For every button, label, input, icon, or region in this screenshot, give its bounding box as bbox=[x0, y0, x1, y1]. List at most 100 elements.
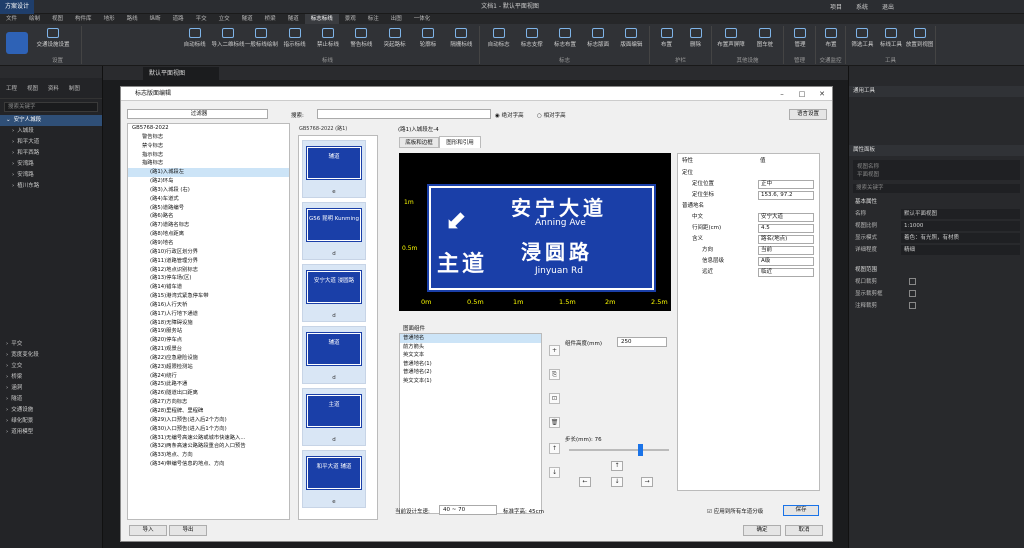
tree-leaf[interactable]: (路13)停车场(区) bbox=[128, 274, 289, 283]
property-value[interactable]: 着色：有光照，有材质 bbox=[901, 233, 1020, 243]
move-up-button[interactable]: ↑ bbox=[549, 443, 560, 454]
tree-leaf[interactable]: (路14)错车道 bbox=[128, 283, 289, 292]
ribbon-button[interactable]: 一般标线绘制 bbox=[245, 26, 278, 48]
component-item[interactable]: 英文文本 bbox=[400, 351, 541, 360]
tree-leaf[interactable]: (路18)无障碍设施 bbox=[128, 319, 289, 328]
ribbon-tab[interactable]: 景观 bbox=[339, 14, 362, 24]
ribbon-tab[interactable]: 绘制 bbox=[23, 14, 46, 24]
export-button[interactable]: 导出 bbox=[169, 525, 207, 536]
tree-leaf[interactable]: (路25)此路不通 bbox=[128, 380, 289, 389]
tree-expand-icon[interactable]: › bbox=[6, 418, 8, 424]
tree-leaf[interactable]: (路29)入口预告(进入后2个方向) bbox=[128, 416, 289, 425]
project-tree-item[interactable]: › 安湾路 bbox=[0, 159, 102, 170]
tab-data[interactable]: 资料 bbox=[44, 82, 63, 94]
search-input[interactable] bbox=[317, 109, 491, 119]
project-tree-item[interactable]: ⌄ 安宁人城段 bbox=[0, 115, 102, 126]
tree-leaf[interactable]: (路26)隧道出口距离 bbox=[128, 389, 289, 398]
copy-component-button[interactable]: ⎘ bbox=[549, 369, 560, 380]
tree-expand-icon[interactable]: › bbox=[12, 139, 14, 145]
property-value[interactable]: 精细 bbox=[901, 245, 1020, 255]
component-height-input[interactable]: 250 bbox=[617, 337, 667, 347]
nudge-left-button[interactable]: ← bbox=[579, 477, 591, 487]
radio-absolute[interactable]: ◉ 绝对字高 bbox=[495, 111, 524, 119]
project-tree-item[interactable]: › 植川东路 bbox=[0, 181, 102, 192]
component-item[interactable]: 普通地名(1) bbox=[400, 360, 541, 369]
tab-border[interactable]: 底板和边框 bbox=[399, 137, 439, 148]
tree-leaf[interactable]: (路6)路名 bbox=[128, 212, 289, 221]
tab-drawing[interactable]: 制图 bbox=[65, 82, 84, 94]
delete-component-button[interactable]: 🗑 bbox=[549, 417, 560, 428]
project-menu[interactable]: 项目 bbox=[830, 2, 842, 11]
property-value[interactable]: 路名(地点) bbox=[758, 234, 814, 244]
tree-expand-icon[interactable]: › bbox=[6, 374, 8, 380]
range-checkbox[interactable] bbox=[909, 278, 916, 285]
tree-category[interactable]: 警告标志 bbox=[128, 133, 289, 142]
range-checkbox[interactable] bbox=[909, 302, 916, 309]
component-tree-item[interactable]: › 涵洞 bbox=[0, 383, 102, 394]
tree-category[interactable]: 指示标志 bbox=[128, 151, 289, 160]
component-tree-item[interactable]: › 立交 bbox=[0, 361, 102, 372]
ribbon-button[interactable]: 禁止标线 bbox=[311, 26, 344, 48]
ribbon-tab[interactable]: 立交 bbox=[213, 14, 236, 24]
nudge-right-button[interactable]: → bbox=[641, 477, 653, 487]
tree-leaf[interactable]: (路1)入城段左 bbox=[128, 168, 289, 178]
ribbon-button[interactable]: 筛选工具 bbox=[848, 26, 877, 48]
ribbon-tab[interactable]: 一体化 bbox=[408, 14, 437, 24]
tree-expand-icon[interactable]: › bbox=[12, 150, 14, 156]
ribbon-button[interactable]: 图车桩 bbox=[748, 26, 782, 48]
sign-thumbnail[interactable]: 和平大道 辅道 e bbox=[302, 450, 366, 508]
sign-board[interactable]: ⬋ 安宁大道 Anning Ave 主道 浸圆路 Jinyuan Rd bbox=[427, 184, 656, 292]
ribbon-tab[interactable]: 地形 bbox=[98, 14, 121, 24]
tree-expand-icon[interactable]: › bbox=[12, 161, 14, 167]
ribbon-tab[interactable]: 纵断 bbox=[144, 14, 167, 24]
ribbon-button[interactable]: 布置 bbox=[652, 26, 681, 48]
property-value[interactable]: 当前 bbox=[758, 245, 814, 255]
props-search-input[interactable]: 搜索关键字 bbox=[853, 184, 1020, 193]
tree-leaf[interactable]: (路15)港湾式紧急停车带 bbox=[128, 292, 289, 301]
tree-root[interactable]: GB5768-2022 bbox=[128, 124, 289, 133]
app-tab-main[interactable]: 方案设计 bbox=[0, 0, 34, 14]
tree-leaf[interactable]: (路10)行政区划分界 bbox=[128, 248, 289, 257]
tree-expand-icon[interactable]: › bbox=[6, 341, 8, 347]
property-value[interactable]: 4.5 bbox=[758, 223, 814, 233]
component-tree-item[interactable]: › 宽度变化段 bbox=[0, 350, 102, 361]
tree-leaf[interactable]: (路24)绕行 bbox=[128, 372, 289, 381]
tree-leaf[interactable]: (路22)应急避险设施 bbox=[128, 354, 289, 363]
tree-expand-icon[interactable]: › bbox=[12, 183, 14, 189]
property-value[interactable]: A级 bbox=[758, 256, 814, 266]
ribbon-tab[interactable]: 标志标线 bbox=[304, 14, 339, 24]
ribbon-button[interactable]: 自动标志 bbox=[482, 26, 515, 48]
paste-component-button[interactable]: ⊡ bbox=[549, 393, 560, 404]
component-item[interactable]: 普通地名 bbox=[400, 334, 541, 343]
project-tree-item[interactable]: › 和平西路 bbox=[0, 148, 102, 159]
ribbon-button[interactable]: 警告标线 bbox=[345, 26, 378, 48]
tree-expand-icon[interactable]: › bbox=[6, 396, 8, 402]
ribbon-tab[interactable]: 构件库 bbox=[69, 14, 98, 24]
canvas-tab[interactable]: 默认平面视图 bbox=[143, 67, 219, 80]
ribbon-tab[interactable]: 桥梁 bbox=[259, 14, 282, 24]
ribbon-button[interactable]: 轮廓标 bbox=[411, 26, 444, 48]
range-checkbox[interactable] bbox=[909, 290, 916, 297]
ribbon-button[interactable]: 自动标线 bbox=[178, 26, 211, 48]
property-value[interactable]: 默认平面视图 bbox=[901, 209, 1020, 219]
tree-leaf[interactable]: (路31)无编号高速公路或城市快速路入... bbox=[128, 434, 289, 443]
ribbon-button[interactable]: 标线工具 bbox=[877, 26, 906, 48]
tree-leaf[interactable]: (路32)两条高速公路路段重合的入口预告 bbox=[128, 442, 289, 451]
component-tree-item[interactable]: › 绿化配景 bbox=[0, 416, 102, 427]
tree-leaf[interactable]: (路9)地名 bbox=[128, 239, 289, 248]
tree-expand-icon[interactable]: › bbox=[6, 385, 8, 391]
ribbon-tab[interactable]: 道路 bbox=[167, 14, 190, 24]
ribbon-tab[interactable]: 文件 bbox=[0, 14, 23, 24]
tree-leaf[interactable]: (路27)方向标志 bbox=[128, 398, 289, 407]
tree-leaf[interactable]: (路16)人行天桥 bbox=[128, 301, 289, 310]
tree-leaf[interactable]: (路7)道路名标志 bbox=[128, 221, 289, 230]
tree-leaf[interactable]: (路12)地点识别标志 bbox=[128, 266, 289, 275]
ribbon-tab[interactable]: 标注 bbox=[362, 14, 385, 24]
component-item[interactable]: 前方箭头 bbox=[400, 343, 541, 352]
tree-leaf[interactable]: (路8)地点距离 bbox=[128, 230, 289, 239]
ribbon-tab[interactable]: 路线 bbox=[121, 14, 144, 24]
tab-project[interactable]: 工程 bbox=[2, 82, 21, 94]
ribbon-tab[interactable]: 隧道 bbox=[282, 14, 305, 24]
tree-expand-icon[interactable]: › bbox=[12, 128, 14, 134]
apply-all-checkbox[interactable]: ☑ 应用到所有车道分级 bbox=[707, 507, 763, 515]
